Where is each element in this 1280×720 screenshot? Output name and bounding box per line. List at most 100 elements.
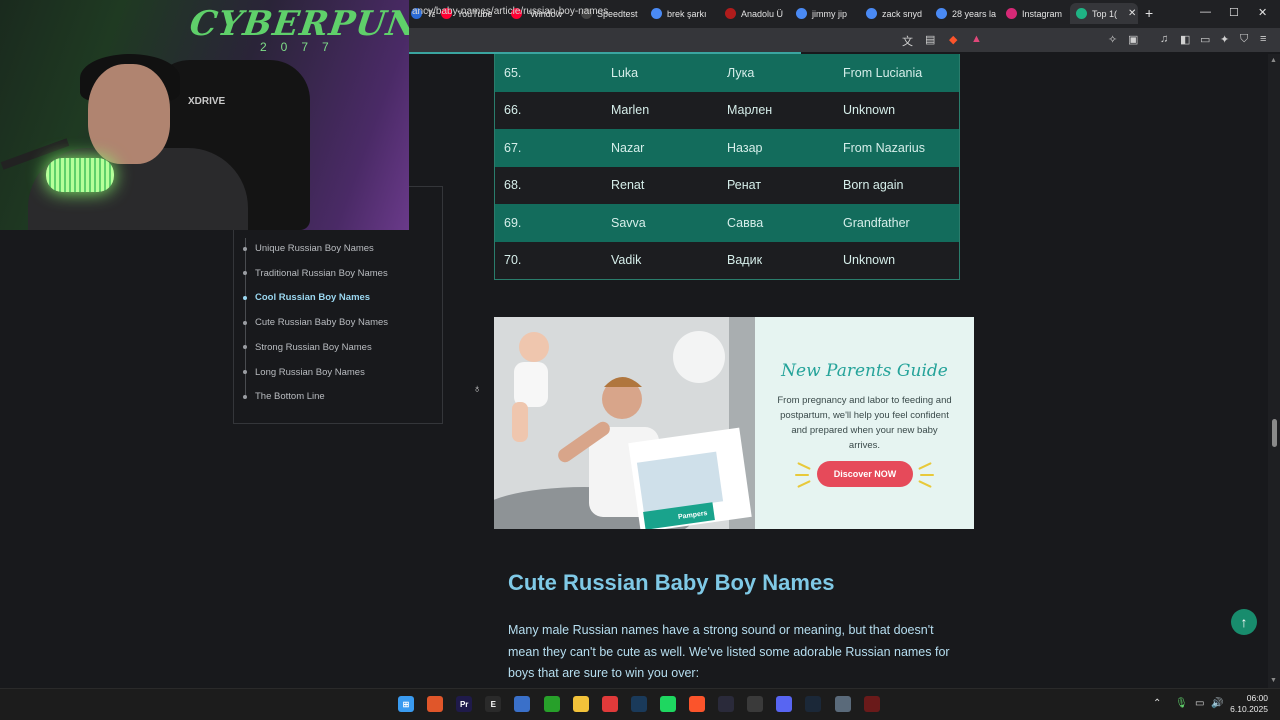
toc-item[interactable]: Unique Russian Boy Names xyxy=(243,243,374,254)
burst-line xyxy=(797,462,811,470)
burst-line xyxy=(918,480,932,488)
back-to-top-button[interactable]: ↑ xyxy=(1231,609,1257,635)
obs-icon[interactable] xyxy=(718,696,735,712)
page-scrollbar[interactable] xyxy=(1268,54,1280,688)
table-row: 70. Vadik Вадик Unknown xyxy=(495,241,959,279)
screenshot-icon[interactable]: ▣ xyxy=(1128,33,1138,46)
scroll-up-arrow-icon[interactable]: ▲ xyxy=(1270,57,1277,64)
row-number: 69. xyxy=(504,215,522,230)
steam-icon[interactable] xyxy=(805,696,822,712)
scroll-down-arrow-icon[interactable]: ▼ xyxy=(1270,677,1277,684)
tab-favicon-icon xyxy=(651,8,662,19)
row-name: Luka xyxy=(611,65,639,80)
toc-item-label: Long Russian Boy Names xyxy=(255,366,365,378)
remote-desktop-icon[interactable] xyxy=(514,696,531,712)
premiere-icon[interactable]: Pr xyxy=(456,696,473,712)
close-tab-icon[interactable]: ✕ xyxy=(1128,8,1136,19)
row-meaning: Unknown xyxy=(843,253,896,268)
reader-mode-icon[interactable]: ▤ xyxy=(925,33,935,46)
xbox-icon[interactable] xyxy=(543,696,560,712)
firefox-icon[interactable] xyxy=(427,696,444,712)
row-number: 67. xyxy=(504,140,522,155)
microphone-tray-icon[interactable]: 🎙 xyxy=(1175,698,1188,709)
row-meaning: From Nazarius xyxy=(843,140,925,155)
bullet-icon xyxy=(243,370,247,374)
row-meaning: Unknown xyxy=(843,103,896,118)
epic-games-icon[interactable]: E xyxy=(485,696,502,712)
menu-icon[interactable]: ≡ xyxy=(1260,33,1266,45)
network-icon[interactable]: ▭ xyxy=(1195,698,1204,709)
row-name: Savva xyxy=(611,215,646,230)
close-window-button[interactable]: ✕ xyxy=(1258,6,1267,19)
bullet-icon xyxy=(243,320,247,325)
maximize-button[interactable]: ☐ xyxy=(1229,6,1239,19)
toc-item-label: Unique Russian Boy Names xyxy=(255,243,374,254)
toc-item[interactable]: Traditional Russian Boy Names xyxy=(243,268,388,279)
toc-item[interactable]: The Bottom Line xyxy=(243,391,325,402)
row-meaning: Born again xyxy=(843,178,904,193)
ad-photo: Pampers xyxy=(494,317,755,529)
discord-icon[interactable] xyxy=(776,696,793,712)
clock-app-icon[interactable] xyxy=(747,696,764,712)
row-cyrillic: Вадик xyxy=(727,253,763,268)
volume-icon[interactable]: 🔊 xyxy=(1211,698,1223,709)
new-tab-button[interactable]: + xyxy=(1145,5,1153,21)
tab-favicon-icon xyxy=(1076,8,1087,19)
browser-tab[interactable]: 28 years la xyxy=(930,3,1000,24)
steam-alt-icon[interactable] xyxy=(630,696,647,712)
table-row: 65. Luka Лука From Luciania xyxy=(495,54,959,92)
discover-now-button[interactable]: Discover NOW xyxy=(817,461,913,487)
browser-tab[interactable]: Anadolu Ü xyxy=(719,3,790,24)
brave-shields-icon[interactable]: ◆ xyxy=(949,33,957,46)
translate-icon[interactable]: 文 xyxy=(902,33,913,49)
browser-tab[interactable]: Top 1(✕ xyxy=(1070,3,1138,24)
browser-tab[interactable]: zack snyd xyxy=(860,3,930,24)
sidebar-icon[interactable]: ◧ xyxy=(1180,33,1190,46)
microphone-icon xyxy=(46,158,114,192)
tab-label: Instagram xyxy=(1022,8,1063,19)
brave-rewards-icon[interactable]: ▲ xyxy=(971,33,982,45)
settings-icon[interactable] xyxy=(834,696,851,712)
burst-line xyxy=(797,480,811,488)
browser-tab[interactable]: brek şarkı xyxy=(645,3,719,24)
ad-banner[interactable]: Pampers New Parents Guide From pregnancy… xyxy=(494,317,974,529)
tab-label: jimmy jip xyxy=(812,8,847,19)
toc-item[interactable]: Strong Russian Boy Names xyxy=(243,342,372,353)
row-cyrillic: Назар xyxy=(727,140,763,155)
clock-time: 06:00 xyxy=(1246,693,1268,703)
game-app-icon[interactable] xyxy=(863,696,880,712)
tray-chevron-icon[interactable]: ⌃ xyxy=(1153,698,1161,709)
chat-app-icon[interactable] xyxy=(601,696,618,712)
row-number: 68. xyxy=(504,178,522,193)
section-heading: Cute Russian Baby Boy Names xyxy=(508,570,835,595)
taskbar-clock[interactable]: 06:00 6.10.2025 xyxy=(1226,693,1268,715)
brave-icon[interactable] xyxy=(689,696,705,712)
section-paragraph: Many male Russian names have a strong so… xyxy=(508,623,950,680)
browser-tab[interactable]: Instagram xyxy=(1000,3,1070,24)
row-cyrillic: Лука xyxy=(727,65,755,80)
bullet-icon xyxy=(243,246,247,251)
toc-item-label: Cool Russian Boy Names xyxy=(255,292,371,304)
ad-title: New Parents Guide xyxy=(781,361,948,381)
vpn-icon[interactable]: ⛉ xyxy=(1240,33,1248,46)
table-row: 67. Nazar Назар From Nazarius xyxy=(495,129,959,167)
browser-tab[interactable]: jimmy jip xyxy=(790,3,860,24)
media-icon[interactable]: ♫ xyxy=(1160,33,1168,45)
minimize-button[interactable]: — xyxy=(1200,6,1211,18)
parent-baby-illustration xyxy=(494,317,755,529)
extensions-icon[interactable]: ✧ xyxy=(1108,33,1117,46)
leo-ai-icon[interactable]: ✦ xyxy=(1220,33,1229,46)
ad-text-panel: New Parents Guide From pregnancy and lab… xyxy=(755,317,974,529)
url-field[interactable]: ancy/baby-names/article/russian-boy-name… xyxy=(412,6,608,17)
windows-start-icon[interactable]: ⊞ xyxy=(398,696,414,712)
scrollbar-thumb[interactable] xyxy=(1272,419,1277,447)
toc-item[interactable]: Cool Russian Boy Names xyxy=(243,292,370,303)
poster-title: CYBERPUNK xyxy=(187,4,409,44)
spotify-icon[interactable] xyxy=(659,696,676,712)
toc-item[interactable]: Long Russian Boy Names xyxy=(243,367,365,378)
file-explorer-icon[interactable] xyxy=(572,696,589,712)
toc-item[interactable]: Cute Russian Baby Boy Names xyxy=(243,317,388,328)
toc-item-label: The Bottom Line xyxy=(255,391,325,403)
burst-line xyxy=(918,462,932,470)
wallet-icon[interactable]: ▭ xyxy=(1200,33,1210,46)
